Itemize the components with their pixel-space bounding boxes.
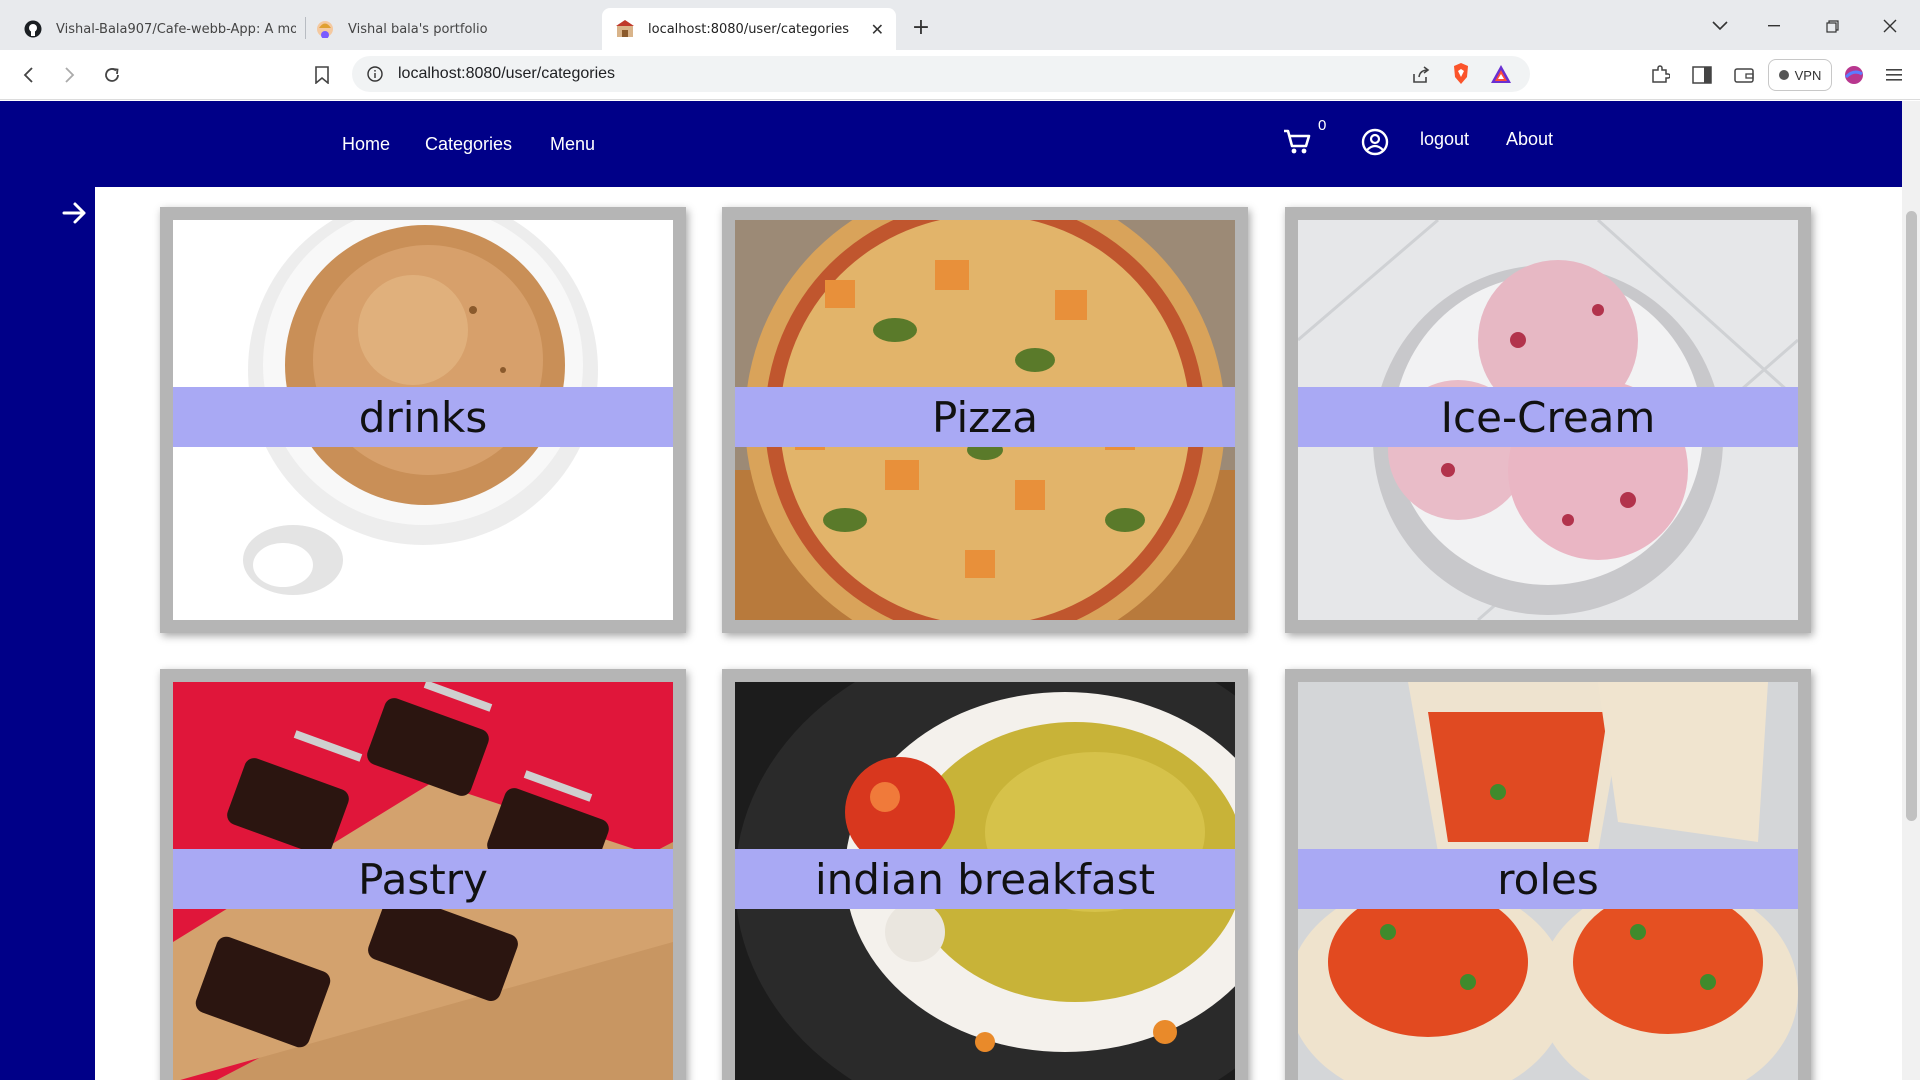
- category-card-roles[interactable]: roles: [1285, 669, 1811, 1080]
- brave-shield-icon[interactable]: [1450, 63, 1472, 85]
- tab-title: localhost:8080/user/categories: [648, 21, 850, 37]
- tab-title: Vishal bala's portfolio: [348, 21, 488, 37]
- page-scrollbar[interactable]: [1902, 101, 1920, 1080]
- page-viewport: Home Categories Menu 0 logout About drin…: [0, 101, 1902, 1080]
- menu-icon[interactable]: [1882, 63, 1906, 87]
- category-label: Pizza: [735, 387, 1235, 447]
- about-link[interactable]: About: [1506, 129, 1553, 150]
- share-icon[interactable]: [1410, 64, 1432, 86]
- portfolio-favicon: [316, 20, 334, 38]
- tab-portfolio[interactable]: Vishal bala's portfolio: [302, 8, 602, 50]
- category-card-pizza[interactable]: Pizza: [722, 207, 1248, 633]
- site-navbar: Home Categories Menu 0 logout About: [0, 101, 1902, 187]
- cart-count-badge: 0: [1318, 117, 1327, 134]
- nav-categories-link[interactable]: Categories: [425, 134, 512, 155]
- category-card-ice-cream[interactable]: Ice-Cream: [1285, 207, 1811, 633]
- site-info-icon[interactable]: [366, 65, 384, 83]
- minimize-icon[interactable]: [1762, 14, 1786, 38]
- forward-icon[interactable]: [58, 63, 82, 87]
- category-card-pastry[interactable]: Pastry: [160, 669, 686, 1080]
- close-window-icon[interactable]: [1878, 14, 1902, 38]
- profile-icon[interactable]: [1842, 63, 1866, 87]
- bookmark-icon[interactable]: [310, 63, 334, 87]
- github-icon: [24, 20, 42, 38]
- cafe-favicon: [616, 20, 634, 38]
- extensions-icon[interactable]: [1648, 63, 1672, 87]
- url-text: localhost:8080/user/categories: [398, 65, 616, 82]
- nav-home-link[interactable]: Home: [342, 134, 390, 155]
- category-card-drinks[interactable]: drinks: [160, 207, 686, 633]
- arrow-right-icon[interactable]: [62, 201, 88, 229]
- tab-github[interactable]: Vishal-Bala907/Cafe-webb-App: A more: [10, 8, 310, 50]
- category-label: indian breakfast: [735, 849, 1235, 909]
- brave-rewards-icon[interactable]: [1490, 63, 1512, 85]
- category-card-indian-breakfast[interactable]: indian breakfast: [722, 669, 1248, 1080]
- chevron-down-icon[interactable]: [1708, 14, 1732, 38]
- scrollbar-thumb[interactable]: [1906, 211, 1917, 821]
- category-label: Ice-Cream: [1298, 387, 1798, 447]
- sidebar-toggle-icon[interactable]: [1690, 63, 1714, 87]
- restore-icon[interactable]: [1820, 14, 1844, 38]
- tab-categories[interactable]: localhost:8080/user/categories ✕: [602, 8, 896, 50]
- tab-title: Vishal-Bala907/Cafe-webb-App: A more: [56, 21, 296, 37]
- category-label: Pastry: [173, 849, 673, 909]
- reload-icon[interactable]: [100, 63, 124, 87]
- cart-icon[interactable]: [1282, 127, 1312, 157]
- close-tab-icon[interactable]: ✕: [871, 20, 884, 39]
- nav-menu-link[interactable]: Menu: [550, 134, 595, 155]
- vpn-button[interactable]: VPN: [1768, 59, 1832, 91]
- vpn-status-icon: [1778, 70, 1789, 80]
- vpn-label: VPN: [1794, 67, 1822, 83]
- logout-link[interactable]: logout: [1420, 129, 1469, 150]
- address-bar[interactable]: localhost:8080/user/categories: [352, 56, 1530, 92]
- new-tab-icon[interactable]: +: [908, 14, 934, 40]
- wallet-icon[interactable]: [1732, 63, 1756, 87]
- category-label: roles: [1298, 849, 1798, 909]
- side-panel: [0, 187, 95, 1080]
- browser-toolbar: localhost:8080/user/categories VPN: [0, 50, 1920, 100]
- browser-tab-bar: Vishal-Bala907/Cafe-webb-App: A more Vis…: [0, 0, 1920, 50]
- back-icon[interactable]: [16, 63, 40, 87]
- user-account-icon[interactable]: [1360, 127, 1390, 157]
- category-label: drinks: [173, 387, 673, 447]
